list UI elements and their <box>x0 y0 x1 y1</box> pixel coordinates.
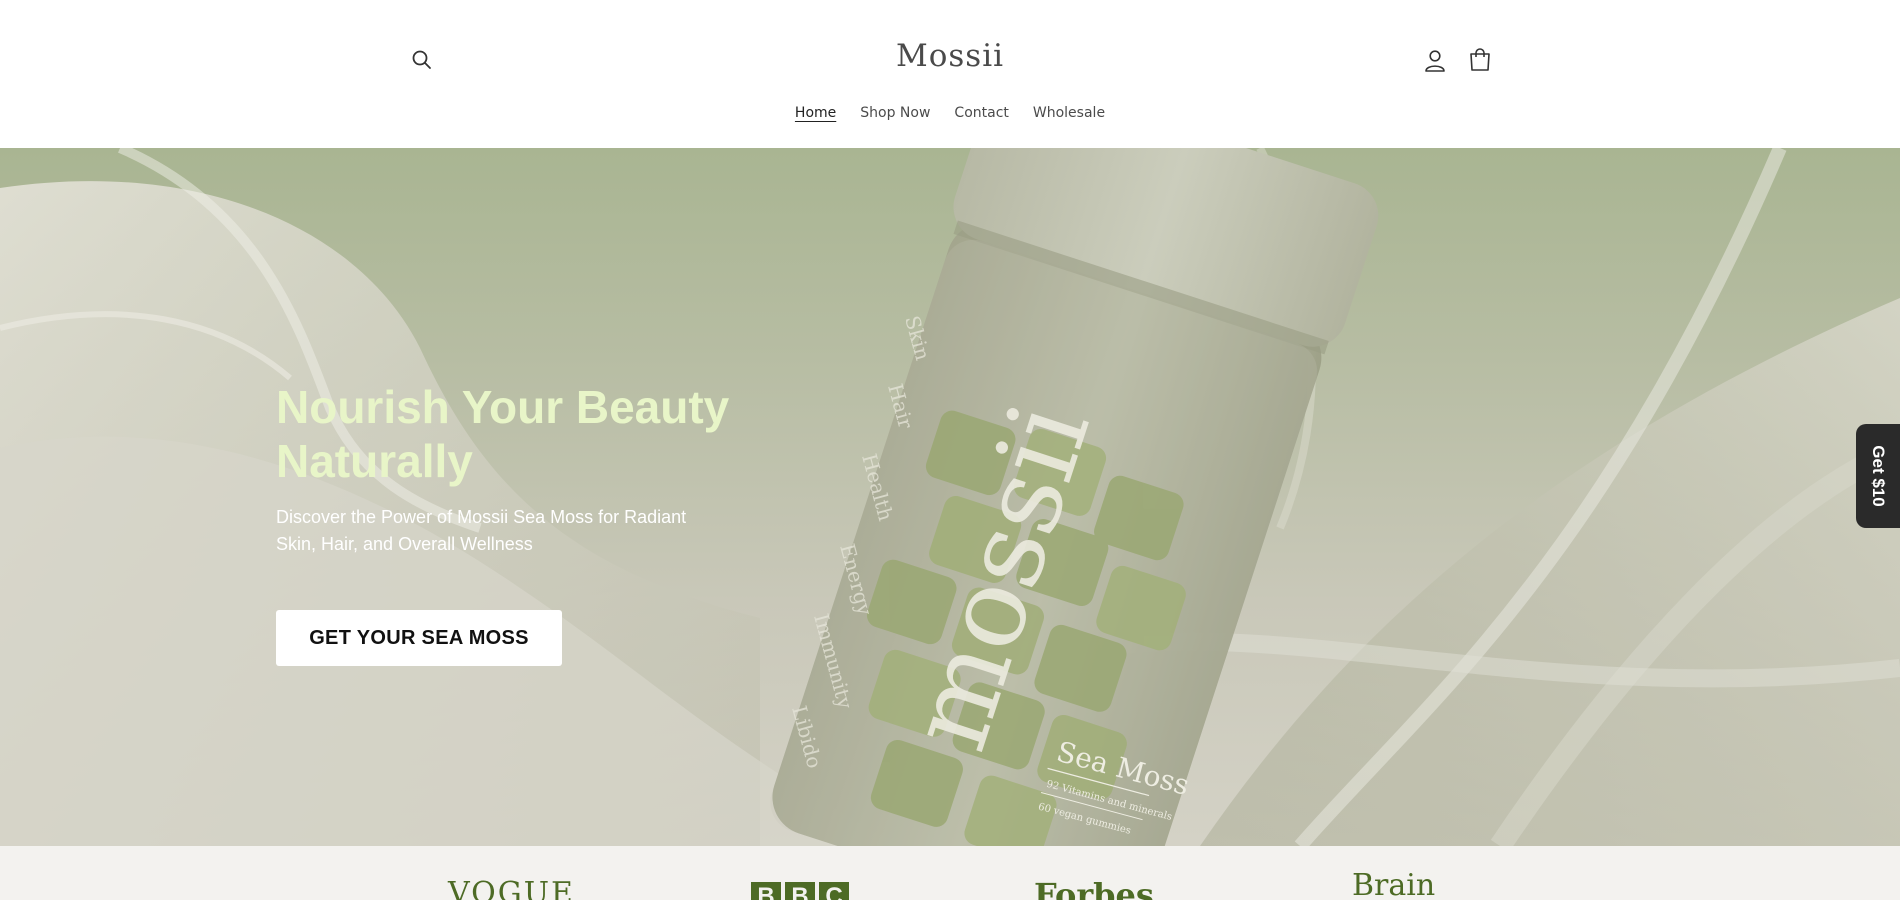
get-10-label: Get $10 <box>1869 445 1888 507</box>
press-logo-forbes: Forbes <box>1034 876 1154 900</box>
press-logo-bbc: BBC <box>751 882 849 900</box>
site-header: Mossii Home Shop Now Contact Wholesale <box>0 0 1900 148</box>
press-logo-vogue: VOGUE <box>448 876 575 900</box>
press-strip: VOGUE BBC Forbes Brain <box>0 846 1900 900</box>
nav-item-shop-now[interactable]: Shop Now <box>860 105 930 121</box>
hero-subtitle: Discover the Power of Mossii Sea Moss fo… <box>276 507 687 554</box>
nav-item-wholesale[interactable]: Wholesale <box>1033 105 1105 121</box>
nav-item-home[interactable]: Home <box>795 105 836 121</box>
get-10-tab[interactable]: Get $10 <box>1856 424 1900 528</box>
hero-product-image: mossii Sea Moss 92 Vitamins and minerals… <box>0 148 1900 846</box>
nav-item-contact[interactable]: Contact <box>954 105 1008 121</box>
account-icon[interactable] <box>1423 48 1447 74</box>
brand-logo[interactable]: Mossii <box>0 38 1900 74</box>
bbc-letter: B <box>785 882 815 900</box>
hero-title: Nourish Your Beauty Naturally <box>276 381 730 487</box>
cart-icon[interactable] <box>1467 47 1493 73</box>
main-nav: Home Shop Now Contact Wholesale <box>0 105 1900 121</box>
hero-banner: mossii Sea Moss 92 Vitamins and minerals… <box>0 148 1900 846</box>
press-logo-brain: Brain <box>1352 868 1436 900</box>
bbc-letter: B <box>751 882 781 900</box>
get-sea-moss-button[interactable]: GET YOUR SEA MOSS <box>276 610 562 666</box>
bbc-letter: C <box>819 882 849 900</box>
